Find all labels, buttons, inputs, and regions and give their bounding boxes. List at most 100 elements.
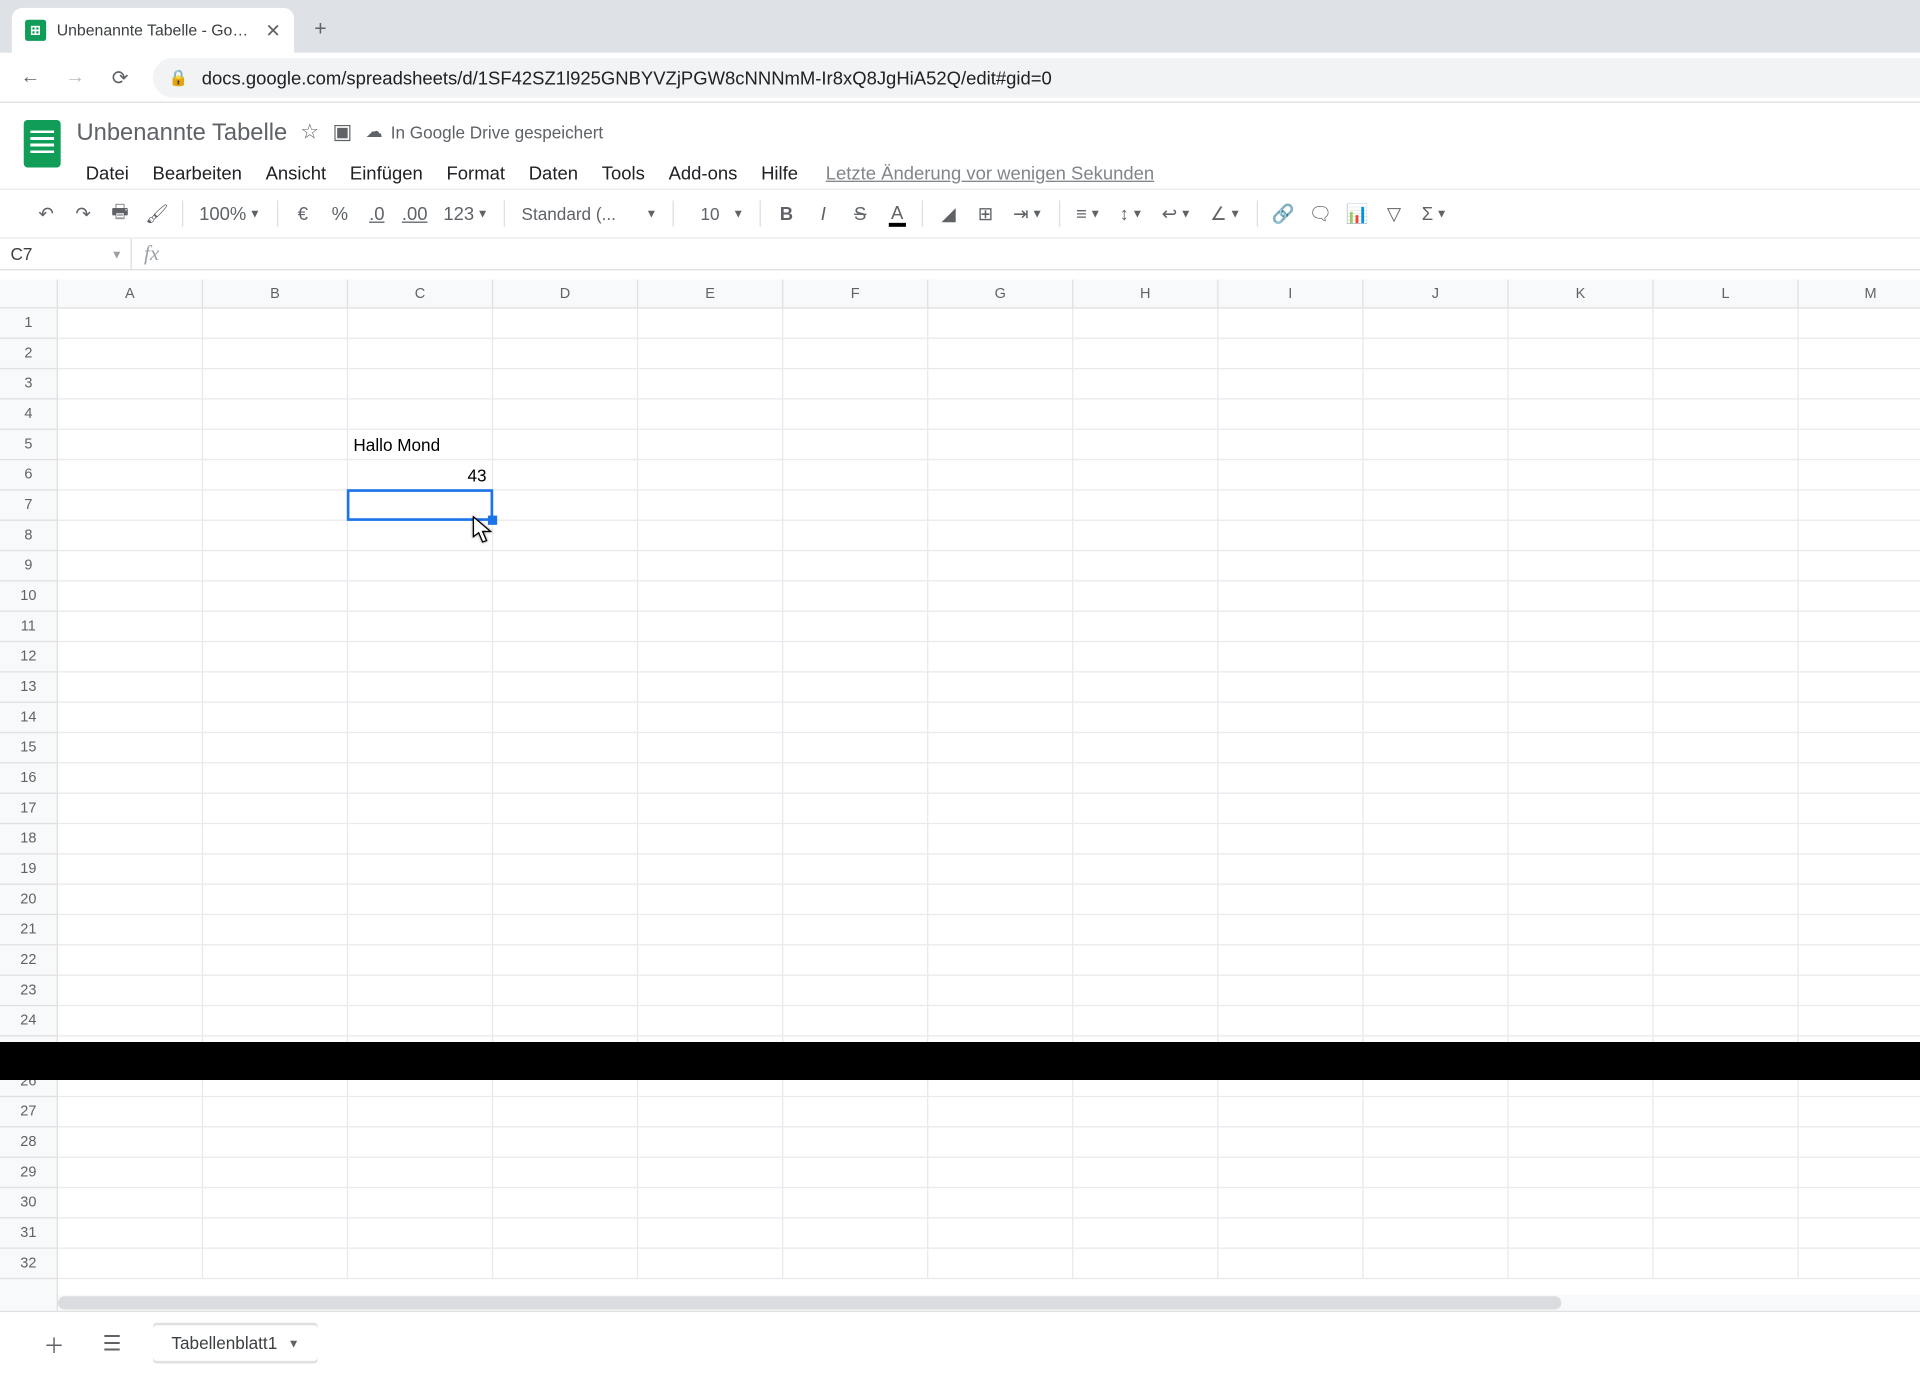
cell-F20[interactable] xyxy=(783,885,928,915)
row-header-8[interactable]: 8 xyxy=(0,521,57,551)
menu-ansicht[interactable]: Ansicht xyxy=(256,157,335,189)
cell-G10[interactable] xyxy=(928,582,1073,612)
cell-G2[interactable] xyxy=(928,339,1073,369)
cell-J8[interactable] xyxy=(1364,521,1509,551)
cell-C20[interactable] xyxy=(348,885,493,915)
cell-J23[interactable] xyxy=(1364,976,1509,1006)
cell-G27[interactable] xyxy=(928,1097,1073,1127)
cell-K30[interactable] xyxy=(1509,1188,1654,1218)
cell-F8[interactable] xyxy=(783,521,928,551)
cell-G32[interactable] xyxy=(928,1249,1073,1279)
cell-K2[interactable] xyxy=(1509,339,1654,369)
cell-D17[interactable] xyxy=(493,794,638,824)
cell-J12[interactable] xyxy=(1364,642,1509,672)
cell-A8[interactable] xyxy=(58,521,203,551)
cell-L27[interactable] xyxy=(1654,1097,1799,1127)
cell-M32[interactable] xyxy=(1799,1249,1920,1279)
cell-L10[interactable] xyxy=(1654,582,1799,612)
cell-C7[interactable] xyxy=(348,491,493,521)
cell-C10[interactable] xyxy=(348,582,493,612)
row-header-32[interactable]: 32 xyxy=(0,1249,57,1279)
cell-C18[interactable] xyxy=(348,824,493,854)
cell-A18[interactable] xyxy=(58,824,203,854)
cell-J18[interactable] xyxy=(1364,824,1509,854)
cell-H14[interactable] xyxy=(1073,703,1218,733)
cell-D20[interactable] xyxy=(493,885,638,915)
cell-G18[interactable] xyxy=(928,824,1073,854)
cell-G8[interactable] xyxy=(928,521,1073,551)
cell-B4[interactable] xyxy=(203,400,348,430)
cell-L20[interactable] xyxy=(1654,885,1799,915)
cell-L29[interactable] xyxy=(1654,1158,1799,1188)
cell-H6[interactable] xyxy=(1073,460,1218,490)
cell-D27[interactable] xyxy=(493,1097,638,1127)
cell-J10[interactable] xyxy=(1364,582,1509,612)
cell-A27[interactable] xyxy=(58,1097,203,1127)
cell-G11[interactable] xyxy=(928,612,1073,642)
cell-L12[interactable] xyxy=(1654,642,1799,672)
cell-I32[interactable] xyxy=(1218,1249,1363,1279)
cell-M8[interactable] xyxy=(1799,521,1920,551)
cell-C6[interactable]: 43 xyxy=(348,460,493,490)
cell-E17[interactable] xyxy=(638,794,783,824)
cell-K20[interactable] xyxy=(1509,885,1654,915)
cell-L3[interactable] xyxy=(1654,369,1799,399)
cell-J30[interactable] xyxy=(1364,1188,1509,1218)
cell-I24[interactable] xyxy=(1218,1006,1363,1036)
cell-J22[interactable] xyxy=(1364,945,1509,975)
row-header-24[interactable]: 24 xyxy=(0,1006,57,1036)
cell-E3[interactable] xyxy=(638,369,783,399)
cell-M20[interactable] xyxy=(1799,885,1920,915)
cell-K19[interactable] xyxy=(1509,855,1654,885)
cell-G22[interactable] xyxy=(928,945,1073,975)
cell-I2[interactable] xyxy=(1218,339,1363,369)
cell-L19[interactable] xyxy=(1654,855,1799,885)
cell-D18[interactable] xyxy=(493,824,638,854)
strikethrough-button[interactable]: S xyxy=(843,196,877,230)
cell-F7[interactable] xyxy=(783,491,928,521)
cell-G7[interactable] xyxy=(928,491,1073,521)
cell-D14[interactable] xyxy=(493,703,638,733)
cell-A15[interactable] xyxy=(58,733,203,763)
cell-J4[interactable] xyxy=(1364,400,1509,430)
cell-E2[interactable] xyxy=(638,339,783,369)
cell-K6[interactable] xyxy=(1509,460,1654,490)
cell-H17[interactable] xyxy=(1073,794,1218,824)
cell-H21[interactable] xyxy=(1073,915,1218,945)
cell-J32[interactable] xyxy=(1364,1249,1509,1279)
cell-H23[interactable] xyxy=(1073,976,1218,1006)
cell-K21[interactable] xyxy=(1509,915,1654,945)
cell-G30[interactable] xyxy=(928,1188,1073,1218)
cell-E12[interactable] xyxy=(638,642,783,672)
cell-L32[interactable] xyxy=(1654,1249,1799,1279)
cell-F2[interactable] xyxy=(783,339,928,369)
cell-D8[interactable] xyxy=(493,521,638,551)
italic-button[interactable]: I xyxy=(806,196,840,230)
cell-M7[interactable] xyxy=(1799,491,1920,521)
cell-I16[interactable] xyxy=(1218,764,1363,794)
cell-B11[interactable] xyxy=(203,612,348,642)
cell-M27[interactable] xyxy=(1799,1097,1920,1127)
row-header-4[interactable]: 4 xyxy=(0,400,57,430)
cell-M6[interactable] xyxy=(1799,460,1920,490)
currency-button[interactable]: € xyxy=(286,196,320,230)
row-header-31[interactable]: 31 xyxy=(0,1218,57,1248)
cell-M13[interactable] xyxy=(1799,673,1920,703)
cell-F22[interactable] xyxy=(783,945,928,975)
cell-L23[interactable] xyxy=(1654,976,1799,1006)
number-format-select[interactable]: 123▼ xyxy=(435,203,496,224)
cell-K9[interactable] xyxy=(1509,551,1654,581)
cell-K4[interactable] xyxy=(1509,400,1654,430)
row-header-19[interactable]: 19 xyxy=(0,855,57,885)
nav-back-button[interactable]: ← xyxy=(11,57,51,97)
cell-C14[interactable] xyxy=(348,703,493,733)
cell-C8[interactable] xyxy=(348,521,493,551)
cell-I14[interactable] xyxy=(1218,703,1363,733)
cell-H11[interactable] xyxy=(1073,612,1218,642)
cell-J16[interactable] xyxy=(1364,764,1509,794)
redo-button[interactable]: ↷ xyxy=(66,196,100,230)
row-header-13[interactable]: 13 xyxy=(0,673,57,703)
cell-B19[interactable] xyxy=(203,855,348,885)
cell-G19[interactable] xyxy=(928,855,1073,885)
column-header-C[interactable]: C xyxy=(348,280,493,309)
